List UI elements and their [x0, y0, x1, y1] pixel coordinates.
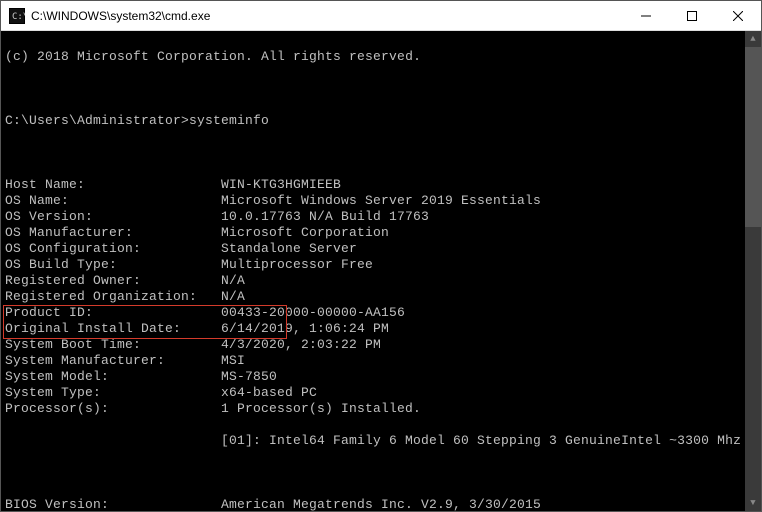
blank-line — [5, 465, 761, 481]
command: systeminfo — [189, 113, 269, 128]
sysinfo-value: 4/3/2020, 2:03:22 PM — [221, 337, 381, 352]
sysinfo-row: BIOS Version:American Megatrends Inc. V2… — [5, 497, 761, 511]
sysinfo-label: OS Build Type: — [5, 257, 221, 273]
sysinfo-label: System Type: — [5, 385, 221, 401]
sysinfo-value: WIN-KTG3HGMIEEB — [221, 177, 341, 192]
sysinfo-label: System Boot Time: — [5, 337, 221, 353]
copyright-line: (c) 2018 Microsoft Corporation. All righ… — [5, 49, 761, 65]
sysinfo-value: American Megatrends Inc. V2.9, 3/30/2015 — [221, 497, 541, 511]
close-button[interactable] — [715, 1, 761, 30]
vertical-scrollbar[interactable]: ▲ ▼ — [745, 31, 761, 511]
sysinfo-row: System Manufacturer:MSI — [5, 353, 761, 369]
sysinfo-row: System Model:MS-7850 — [5, 369, 761, 385]
sysinfo-label: Original Install Date: — [5, 321, 221, 337]
sysinfo-value: 1 Processor(s) Installed. — [221, 401, 421, 416]
sysinfo-value: MSI — [221, 353, 245, 368]
sysinfo-label: Product ID: — [5, 305, 221, 321]
sysinfo-label: OS Configuration: — [5, 241, 221, 257]
console-output[interactable]: (c) 2018 Microsoft Corporation. All righ… — [1, 31, 761, 511]
sysinfo-label: Processor(s): — [5, 401, 221, 417]
sysinfo-value: MS-7850 — [221, 369, 277, 384]
cmd-icon: C:\ — [9, 8, 25, 24]
window-controls — [623, 1, 761, 30]
svg-text:C:\: C:\ — [12, 12, 25, 22]
sysinfo-row: OS Configuration:Standalone Server — [5, 241, 761, 257]
systeminfo-fields-2: BIOS Version:American Megatrends Inc. V2… — [5, 497, 761, 511]
sysinfo-row: Processor(s):1 Processor(s) Installed. — [5, 401, 761, 417]
sysinfo-value: Microsoft Corporation — [221, 225, 389, 240]
maximize-button[interactable] — [669, 1, 715, 30]
window-title: C:\WINDOWS\system32\cmd.exe — [31, 9, 623, 23]
sysinfo-row: System Type:x64-based PC — [5, 385, 761, 401]
sysinfo-row: Registered Owner:N/A — [5, 273, 761, 289]
sysinfo-value: Standalone Server — [221, 241, 357, 256]
sysinfo-value: 00433-20000-00000-AA156 — [221, 305, 405, 320]
sysinfo-value: Microsoft Windows Server 2019 Essentials — [221, 193, 541, 208]
sysinfo-row: Original Install Date:6/14/2019, 1:06:24… — [5, 321, 761, 337]
sysinfo-label: System Model: — [5, 369, 221, 385]
scroll-thumb[interactable] — [745, 47, 761, 227]
blank-line — [5, 81, 761, 97]
sysinfo-row: OS Manufacturer:Microsoft Corporation — [5, 225, 761, 241]
processor-detail-line: [01]: Intel64 Family 6 Model 60 Stepping… — [5, 433, 761, 449]
sysinfo-value: 10.0.17763 N/A Build 17763 — [221, 209, 429, 224]
sysinfo-label: OS Manufacturer: — [5, 225, 221, 241]
prompt: C:\Users\Administrator> — [5, 113, 189, 128]
sysinfo-label: OS Name: — [5, 193, 221, 209]
sysinfo-row: System Boot Time:4/3/2020, 2:03:22 PM — [5, 337, 761, 353]
minimize-button[interactable] — [623, 1, 669, 30]
sysinfo-value: x64-based PC — [221, 385, 317, 400]
sysinfo-label: BIOS Version: — [5, 497, 221, 511]
sysinfo-value: N/A — [221, 289, 245, 304]
sysinfo-label: OS Version: — [5, 209, 221, 225]
sysinfo-row: Registered Organization:N/A — [5, 289, 761, 305]
sysinfo-label: System Manufacturer: — [5, 353, 221, 369]
blank-line — [5, 145, 761, 161]
sysinfo-row: OS Build Type:Multiprocessor Free — [5, 257, 761, 273]
prompt-line: C:\Users\Administrator>systeminfo — [5, 113, 761, 129]
processor-detail: [01]: Intel64 Family 6 Model 60 Stepping… — [221, 433, 741, 448]
sysinfo-row: OS Version:10.0.17763 N/A Build 17763 — [5, 209, 761, 225]
scroll-up-arrow-icon[interactable]: ▲ — [745, 31, 761, 47]
scroll-down-arrow-icon[interactable]: ▼ — [745, 495, 761, 511]
sysinfo-row: OS Name:Microsoft Windows Server 2019 Es… — [5, 193, 761, 209]
sysinfo-value: N/A — [221, 273, 245, 288]
window-titlebar: C:\ C:\WINDOWS\system32\cmd.exe — [1, 1, 761, 31]
sysinfo-value: 6/14/2019, 1:06:24 PM — [221, 321, 389, 336]
sysinfo-label: Registered Owner: — [5, 273, 221, 289]
sysinfo-row: Host Name:WIN-KTG3HGMIEEB — [5, 177, 761, 193]
sysinfo-label: Host Name: — [5, 177, 221, 193]
sysinfo-value: Multiprocessor Free — [221, 257, 373, 272]
sysinfo-label: Registered Organization: — [5, 289, 221, 305]
systeminfo-fields-1: Host Name:WIN-KTG3HGMIEEBOS Name:Microso… — [5, 177, 761, 417]
sysinfo-row: Product ID:00433-20000-00000-AA156 — [5, 305, 761, 321]
